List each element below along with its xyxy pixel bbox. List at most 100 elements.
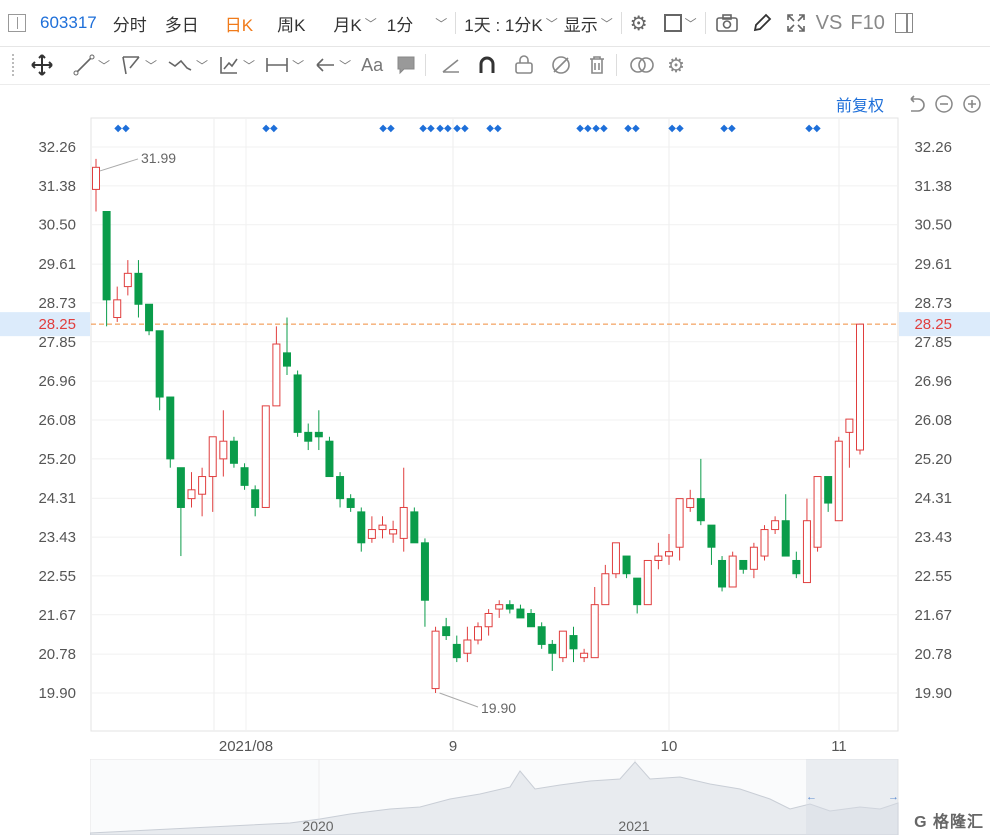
candle-body[interactable]: [463, 639, 472, 654]
hide-icon[interactable]: [550, 54, 572, 76]
stock-code[interactable]: 603317: [40, 13, 97, 33]
candle-body[interactable]: [760, 529, 769, 557]
range-select[interactable]: 1天 : 1分K ﹀: [464, 11, 557, 36]
candle-body[interactable]: [484, 612, 493, 628]
chevron-down-icon[interactable]: ﹀: [339, 57, 351, 74]
candle-body[interactable]: [643, 559, 652, 606]
candle-body[interactable]: [123, 272, 132, 288]
color-select[interactable]: ﹀: [663, 14, 697, 32]
candle-body[interactable]: [781, 520, 790, 557]
polyline-icon[interactable]: [120, 54, 142, 76]
candle-body[interactable]: [336, 476, 345, 500]
navigator-handle-right-icon[interactable]: →: [888, 791, 899, 803]
candle-body[interactable]: [527, 612, 536, 628]
candle-body[interactable]: [219, 440, 228, 460]
candle-body[interactable]: [771, 520, 780, 531]
camera-icon[interactable]: [715, 13, 738, 33]
navigator-selection[interactable]: [806, 759, 898, 835]
candle-body[interactable]: [665, 551, 673, 557]
event-marker-icon[interactable]: ◆◆: [805, 123, 821, 134]
candle-body[interactable]: [718, 559, 727, 588]
candle-body[interactable]: [516, 608, 525, 619]
tab-daily-k[interactable]: 日K: [225, 11, 253, 36]
candle-body[interactable]: [834, 440, 843, 522]
candle-body[interactable]: [548, 643, 557, 654]
move-icon[interactable]: [31, 54, 53, 76]
chevron-down-icon[interactable]: ﹀: [98, 57, 110, 74]
candle-body[interactable]: [813, 476, 822, 548]
chevron-down-icon[interactable]: ﹀: [292, 57, 304, 74]
event-marker-icon[interactable]: ◆◆: [576, 123, 592, 134]
pencil-icon[interactable]: [752, 13, 772, 33]
candle-body[interactable]: [325, 440, 334, 478]
lock-icon[interactable]: [512, 54, 536, 76]
tab-duori[interactable]: 多日: [165, 11, 199, 36]
candle-body[interactable]: [102, 210, 111, 301]
overlap-icon[interactable]: [629, 54, 655, 76]
candle-body[interactable]: [728, 555, 737, 588]
candle-body[interactable]: [187, 489, 196, 500]
candle-body[interactable]: [229, 440, 238, 464]
candlestick-chart[interactable]: 32.26 32.26 31.38 31.38 30.50 30.50 29.61 29.61…: [0, 110, 990, 760]
candle-body[interactable]: [654, 555, 663, 561]
candle-body[interactable]: [558, 630, 567, 659]
candle-body[interactable]: [739, 559, 748, 570]
f10-button[interactable]: F10: [850, 12, 884, 35]
candle-body[interactable]: [166, 396, 175, 460]
candle-body[interactable]: [134, 272, 143, 305]
drag-handle[interactable]: [12, 54, 17, 76]
settings-icon[interactable]: ⚙: [667, 53, 685, 78]
candle-body[interactable]: [686, 498, 695, 508]
candle-body[interactable]: [792, 559, 801, 575]
candle-body[interactable]: [176, 467, 185, 508]
chevron-down-icon[interactable]: ﹀: [145, 57, 157, 74]
candle-body[interactable]: [569, 635, 578, 650]
candle-body[interactable]: [198, 476, 207, 495]
event-marker-icon[interactable]: ◆◆: [592, 123, 608, 134]
candle-body[interactable]: [856, 323, 864, 451]
candle-body[interactable]: [431, 630, 440, 690]
candle-body[interactable]: [367, 529, 376, 539]
candle-body[interactable]: [802, 520, 811, 584]
candle-body[interactable]: [442, 626, 451, 637]
arrow-left-icon[interactable]: [314, 54, 336, 76]
navigator-handle-left-icon[interactable]: ←: [806, 791, 817, 803]
candle-body[interactable]: [845, 418, 854, 433]
comment-icon[interactable]: [395, 54, 417, 76]
candle-body[interactable]: [633, 577, 642, 606]
candle-body[interactable]: [293, 374, 302, 433]
event-marker-icon[interactable]: ◆◆: [114, 123, 130, 134]
candle-body[interactable]: [410, 511, 419, 544]
event-marker-icon[interactable]: ◆◆: [262, 123, 278, 134]
candle-body[interactable]: [304, 431, 313, 442]
candle-body[interactable]: [357, 511, 366, 544]
candle-body[interactable]: [601, 573, 610, 606]
candle-body[interactable]: [389, 529, 398, 535]
range-measure-icon[interactable]: [265, 54, 289, 76]
candle-body[interactable]: [346, 498, 355, 508]
tab-monthly-k[interactable]: 月K ﹀: [333, 11, 376, 36]
candle-body[interactable]: [622, 555, 631, 575]
candle-body[interactable]: [824, 476, 833, 504]
candle-body[interactable]: [749, 546, 758, 570]
range-navigator[interactable]: ← → 2020 2021: [90, 759, 900, 835]
sidebar-toggle-icon[interactable]: [894, 13, 913, 33]
candle-body[interactable]: [420, 542, 429, 601]
candle-body[interactable]: [611, 542, 620, 575]
event-marker-icon[interactable]: ◆◆: [668, 123, 684, 134]
chart-tool-icon[interactable]: [218, 54, 240, 76]
event-marker-icon[interactable]: ◆◆: [453, 123, 469, 134]
event-marker-icon[interactable]: ◆◆: [436, 123, 452, 134]
candle-body[interactable]: [675, 498, 684, 548]
candle-body[interactable]: [399, 506, 408, 539]
candle-body[interactable]: [113, 299, 122, 319]
ruler-icon[interactable]: [440, 54, 462, 76]
candle-body[interactable]: [696, 498, 705, 522]
candle-body[interactable]: [208, 436, 217, 478]
event-marker-icon[interactable]: ◆◆: [419, 123, 435, 134]
candle-body[interactable]: [92, 166, 100, 190]
tab-weekly-k[interactable]: 周K: [277, 11, 305, 36]
candle-body[interactable]: [283, 352, 291, 367]
candle-body[interactable]: [314, 431, 323, 438]
event-marker-icon[interactable]: ◆◆: [720, 123, 736, 134]
